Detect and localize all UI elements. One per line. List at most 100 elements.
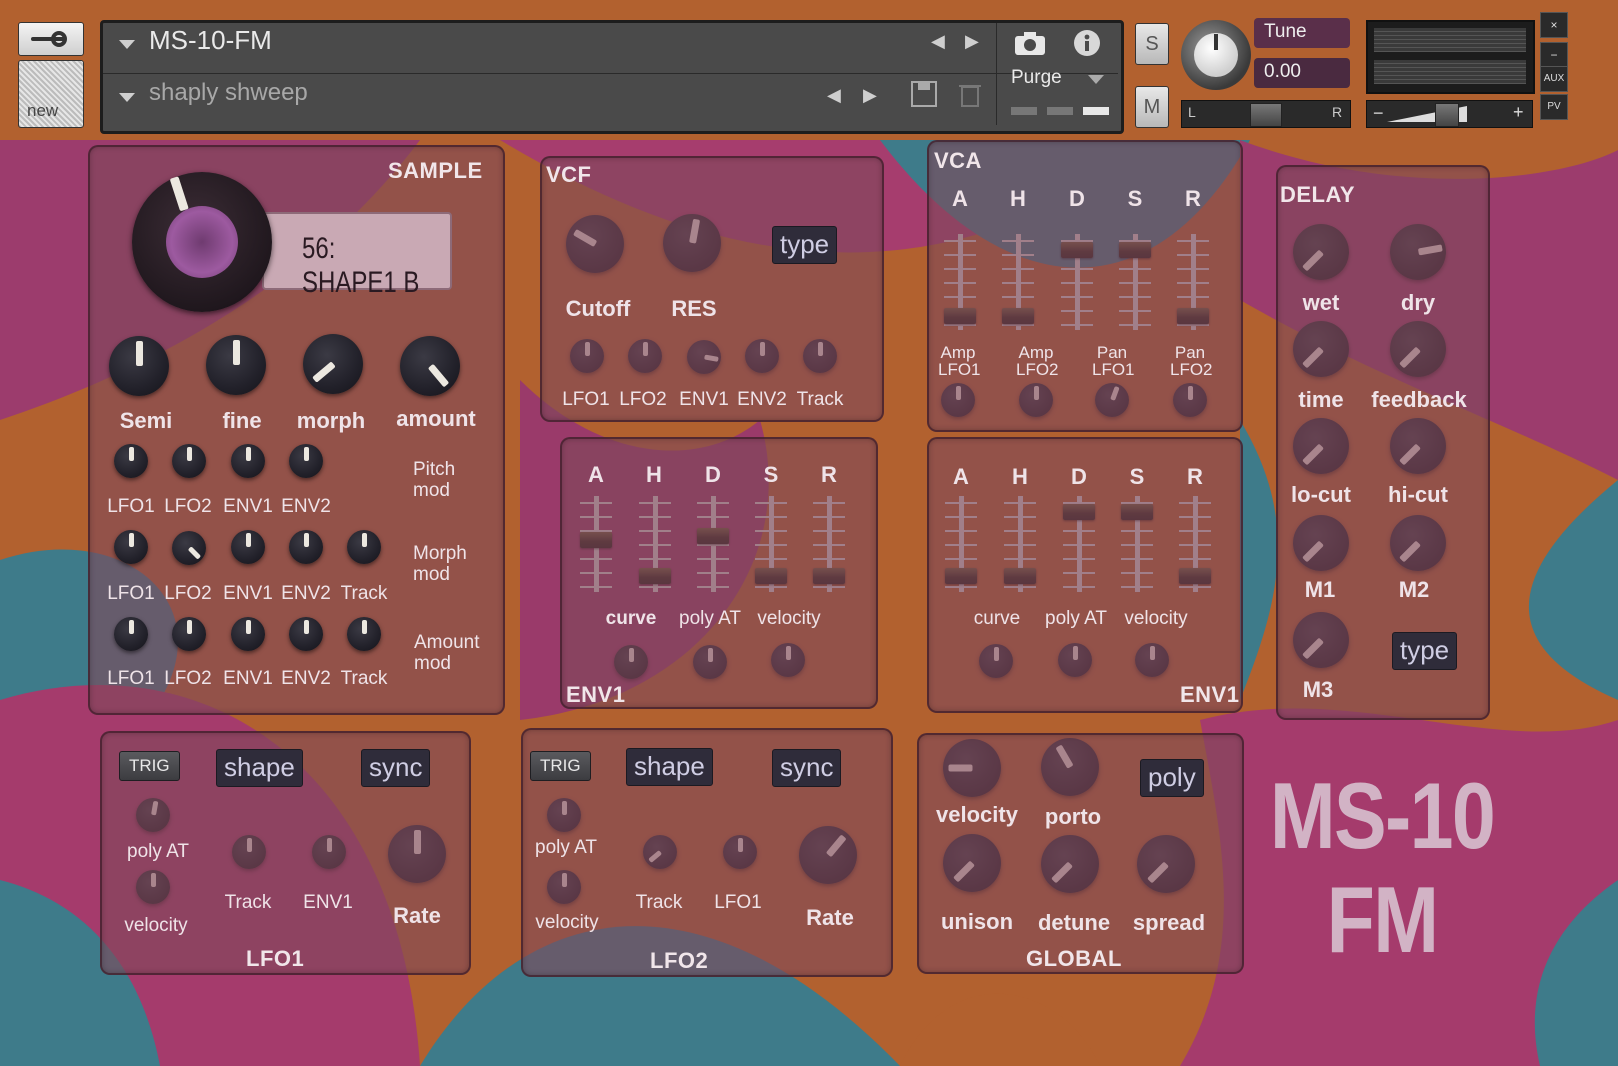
instrument-name[interactable]: MS-10-FM <box>149 25 272 56</box>
volume-handle[interactable] <box>1435 103 1459 127</box>
env1l-velocity-label: velocity <box>757 608 821 629</box>
pan-left-label: L <box>1188 104 1196 120</box>
minimize-button[interactable]: − <box>1540 42 1568 68</box>
morph-mod-env2-knob[interactable] <box>289 530 323 564</box>
new-button[interactable]: new <box>18 60 84 128</box>
amount-mod-track-knob[interactable] <box>347 617 381 651</box>
vcf-type-button[interactable]: type <box>772 226 838 264</box>
volume-slider[interactable]: − + <box>1366 100 1533 128</box>
solo-button[interactable]: S <box>1135 23 1169 65</box>
save-icon[interactable] <box>909 79 939 109</box>
lfo1-sync-button[interactable]: sync <box>361 749 431 787</box>
delay-hicut-label: hi-cut <box>1388 482 1448 507</box>
lfo2-shape-button[interactable]: shape <box>626 748 713 786</box>
sample-title: SAMPLE <box>388 158 483 183</box>
pitch-mod-env1-knob[interactable] <box>231 444 265 478</box>
instrument-menu-icon[interactable] <box>119 40 135 49</box>
camera-icon[interactable] <box>1013 29 1047 57</box>
pan-slider[interactable]: L R <box>1181 100 1351 128</box>
lfo2-trig-button[interactable]: TRIG <box>530 751 591 781</box>
sample-display: 56: SHAPE1 B <box>262 212 452 299</box>
morph-mod-track-knob[interactable] <box>347 530 381 564</box>
pitch-mod-env2-label: ENV2 <box>281 496 331 517</box>
amount-mod-lfo1-label: LFO1 <box>107 668 155 689</box>
global-unison-label: unison <box>940 909 1014 934</box>
mute-button[interactable]: M <box>1135 86 1169 128</box>
amount-knob[interactable] <box>400 336 460 396</box>
morph-label: morph <box>296 408 366 433</box>
sample-select-knob[interactable] <box>132 172 272 312</box>
purge-label[interactable]: Purge <box>1011 67 1062 89</box>
morph-mod-lfo1-knob[interactable] <box>114 530 148 564</box>
lfo1-shape-button[interactable]: shape <box>216 749 303 787</box>
amount-mod-lfo1-knob[interactable] <box>114 617 148 651</box>
morph-mod-lfo2-knob[interactable] <box>172 531 206 565</box>
morph-mod-label: Morph mod <box>413 543 467 585</box>
snapshot-name[interactable]: shaply shweep <box>149 79 308 107</box>
tune-label-box: Tune <box>1254 18 1350 48</box>
prev-snapshot-icon[interactable]: ◀ <box>827 85 841 106</box>
vca-title: VCA <box>934 148 982 173</box>
vca-pan-lfo2-label: Pan LFO2 <box>1170 343 1213 379</box>
morph-knob[interactable] <box>303 334 363 394</box>
delay-panel <box>1276 165 1490 720</box>
snapshot-menu-icon[interactable] <box>119 93 135 102</box>
amount-mod-env1-knob[interactable] <box>231 617 265 651</box>
env1r-velocity-label: velocity <box>1124 608 1188 629</box>
lfo1-polyat-label: poly AT <box>127 841 189 862</box>
amount-mod-env2-knob[interactable] <box>289 617 323 651</box>
amount-mod-lfo2-knob[interactable] <box>172 617 206 651</box>
pitch-mod-env2-knob[interactable] <box>289 444 323 478</box>
volume-minus: − <box>1373 103 1384 123</box>
brand-line1: MS-10 <box>1269 763 1496 868</box>
header-divider <box>103 73 1118 74</box>
lfo1-title: LFO1 <box>246 946 305 971</box>
aux-button[interactable]: AUX <box>1540 66 1568 92</box>
lfo2-lfo1-label: LFO1 <box>714 892 762 913</box>
morph-mod-lfo2-label: LFO2 <box>164 583 212 604</box>
vcf-mod-lfo1-label: LFO1 <box>562 389 610 410</box>
ms10-fm-instrument-window: { "header": { "instrument_name": "MS-10-… <box>0 0 1618 1066</box>
global-poly-button[interactable]: poly <box>1140 759 1204 797</box>
pv-button[interactable]: PV <box>1540 94 1568 120</box>
env1l-polyat-label: poly AT <box>679 608 741 629</box>
pitch-mod-lfo1-knob[interactable] <box>114 444 148 478</box>
purge-menu-icon[interactable] <box>1088 75 1104 84</box>
morph-mod-env1-knob[interactable] <box>231 530 265 564</box>
lfo1-trig-button[interactable]: TRIG <box>119 751 180 781</box>
new-label: new <box>27 101 59 120</box>
pitch-mod-lfo1-label: LFO1 <box>107 496 155 517</box>
pan-handle[interactable] <box>1250 103 1282 127</box>
tune-value-box[interactable]: 0.00 <box>1254 58 1350 88</box>
delay-m1-label: M1 <box>1304 577 1336 602</box>
vca-s-label: S <box>1127 186 1143 211</box>
env1l-s-label: S <box>763 462 779 487</box>
global-spread-label: spread <box>1132 910 1206 935</box>
vcf-title: VCF <box>546 162 592 187</box>
lfo2-rate-label: Rate <box>806 905 854 930</box>
fine-knob[interactable] <box>206 335 266 395</box>
settings-wrench-button[interactable] <box>18 22 84 56</box>
lfo2-title: LFO2 <box>650 948 709 973</box>
delay-title: DELAY <box>1280 182 1356 207</box>
prev-instrument-icon[interactable]: ◀ <box>931 31 945 52</box>
tune-knob[interactable] <box>1181 20 1251 90</box>
next-snapshot-icon[interactable]: ▶ <box>863 85 877 106</box>
env1r-curve-label: curve <box>973 608 1021 629</box>
close-button[interactable]: × <box>1540 12 1568 38</box>
vca-a-label: A <box>952 186 968 211</box>
res-label: RES <box>671 296 717 321</box>
lfo2-sync-button[interactable]: sync <box>772 749 842 787</box>
delete-icon[interactable] <box>955 79 985 109</box>
env1-left-title: ENV1 <box>566 682 626 707</box>
sample-display-text: 56: SHAPE1 B <box>302 232 420 299</box>
delay-type-button[interactable]: type <box>1392 632 1458 670</box>
next-instrument-icon[interactable]: ▶ <box>965 31 979 52</box>
info-icon[interactable] <box>1073 29 1101 57</box>
vca-amp-lfo1-label: Amp LFO1 <box>938 343 981 379</box>
env1r-h-label: H <box>1012 464 1028 489</box>
vca-panel <box>927 140 1243 432</box>
vca-r-label: R <box>1185 186 1201 211</box>
pitch-mod-lfo2-knob[interactable] <box>172 444 206 478</box>
semi-knob[interactable] <box>109 336 169 396</box>
